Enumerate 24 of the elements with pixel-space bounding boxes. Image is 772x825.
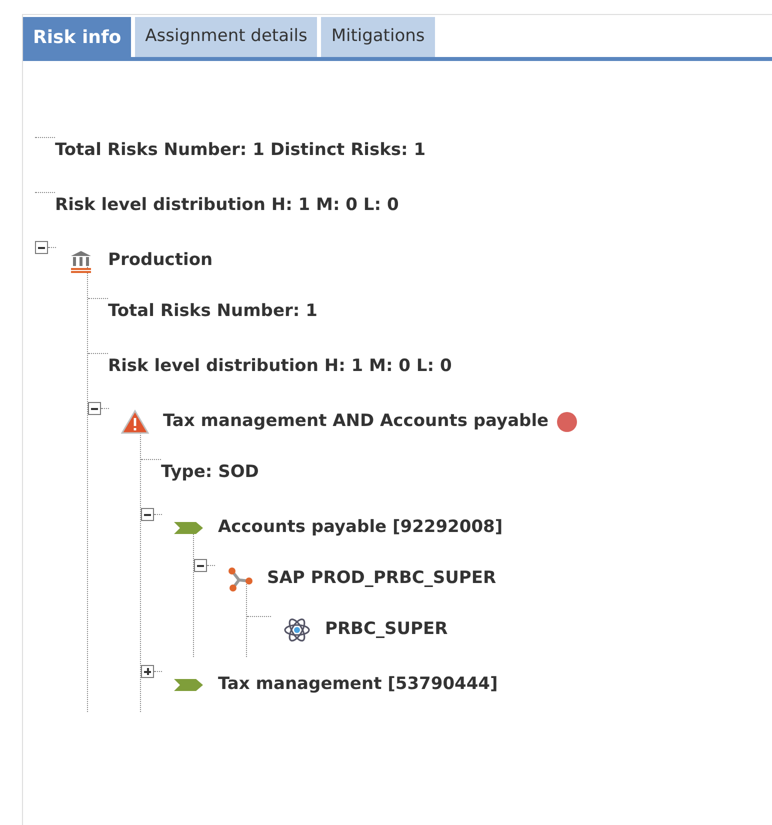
tree-label: Total Risks Number: 1 xyxy=(108,300,318,323)
expand-toggle[interactable] xyxy=(141,665,154,678)
chevron-icon xyxy=(174,678,204,692)
tree-label: Type: SOD xyxy=(161,460,259,484)
collapse-toggle[interactable] xyxy=(194,559,207,572)
warning-icon xyxy=(121,408,149,434)
tree-label: Risk level distribution H: 1 M: 0 L: 0 xyxy=(55,194,399,217)
tree-label[interactable]: Tax management AND Accounts payable xyxy=(163,408,549,434)
collapse-toggle[interactable] xyxy=(35,241,48,254)
tree-label: Total Risks Number: 1 Distinct Risks: 1 xyxy=(55,138,426,162)
tree-label[interactable]: Accounts payable [92292008] xyxy=(218,514,503,540)
tree-label[interactable]: PRBC_SUPER xyxy=(325,616,448,642)
collapse-toggle[interactable] xyxy=(141,508,154,521)
collapse-toggle[interactable] xyxy=(88,402,101,415)
connector-icon xyxy=(227,566,253,592)
tree-label: Risk level distribution H: 1 M: 0 L: 0 xyxy=(108,354,452,378)
tree-label[interactable]: Production xyxy=(108,248,213,274)
atom-icon xyxy=(283,616,311,644)
tab[interactable]: Mitigations xyxy=(321,17,435,57)
tab[interactable]: Assignment details xyxy=(135,17,318,57)
tab[interactable]: Risk info xyxy=(23,17,132,57)
tree-label[interactable]: SAP PROD_PRBC_SUPER xyxy=(267,566,496,592)
chevron-icon xyxy=(174,520,204,534)
tree-label[interactable]: Tax management [53790444] xyxy=(218,672,498,698)
